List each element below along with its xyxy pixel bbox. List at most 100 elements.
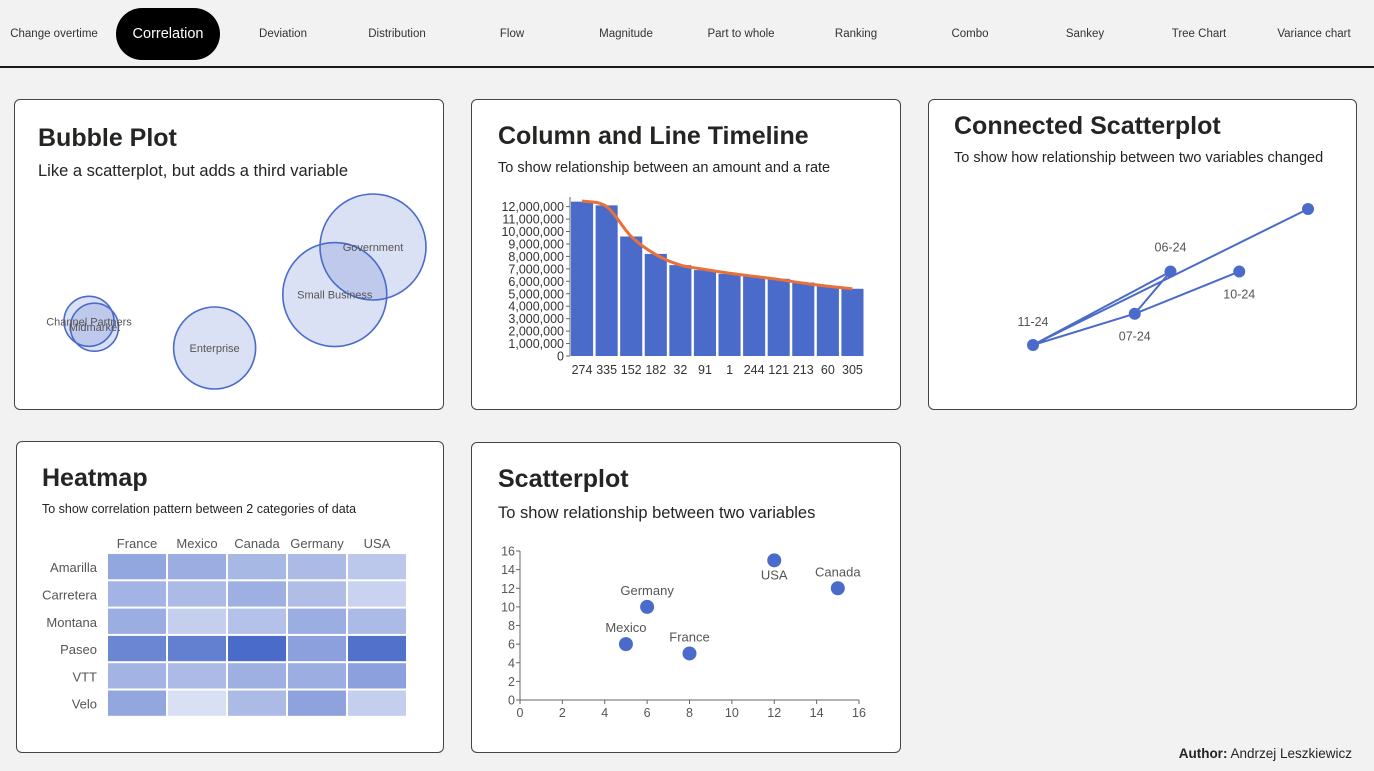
tab-part-to-whole[interactable]: Part to whole bbox=[689, 8, 793, 60]
top-nav: Change over time Correlation Deviation Distr… bbox=[0, 0, 1374, 68]
x-tick-label: 305 bbox=[842, 363, 863, 377]
bubble-plot-card: Bubble Plot Like a scatterplot, but adds… bbox=[14, 99, 444, 410]
x-tick-label: 32 bbox=[673, 363, 687, 377]
bubble-label: Small Business bbox=[297, 290, 373, 302]
scatter-point-label: Canada bbox=[815, 564, 861, 579]
tab-label-line: Ranking bbox=[834, 28, 878, 40]
tab-flow[interactable]: Flow bbox=[460, 8, 564, 60]
y-tick-label: 14 bbox=[501, 563, 515, 577]
heatmap-row-label: Paseo bbox=[60, 642, 97, 657]
bar bbox=[669, 265, 692, 356]
y-tick-label: 10 bbox=[501, 600, 515, 614]
heatmap-cell bbox=[348, 663, 406, 689]
tab-correlation[interactable]: Correlation bbox=[116, 8, 220, 60]
y-tick-label: 8 bbox=[508, 619, 515, 633]
heatmap-row-label: Velo bbox=[72, 697, 97, 712]
bar bbox=[743, 276, 766, 356]
x-tick-label: 0 bbox=[517, 706, 524, 720]
bar bbox=[792, 282, 815, 356]
connected-point bbox=[1128, 307, 1141, 320]
connected-point bbox=[1302, 203, 1314, 215]
bubble-label: Government bbox=[343, 242, 404, 254]
heatmap-row-label: Amarilla bbox=[50, 560, 98, 575]
x-tick-label: 2 bbox=[559, 706, 566, 720]
scatter-point bbox=[830, 581, 845, 596]
tab-variance-chart[interactable]: Variance chart bbox=[1262, 8, 1366, 60]
heatmap-cell bbox=[348, 581, 406, 607]
heatmap-cell bbox=[348, 635, 406, 662]
heatmap-column-label: USA bbox=[364, 536, 391, 551]
connected-point bbox=[1233, 265, 1246, 278]
heatmap-cell bbox=[228, 635, 286, 662]
heatmap-cell bbox=[168, 554, 226, 580]
heatmap-cell bbox=[228, 608, 286, 634]
tab-label-line: Correlation bbox=[132, 26, 204, 42]
tab-magnitude[interactable]: Magnitude bbox=[574, 8, 678, 60]
scatter-point bbox=[682, 646, 697, 661]
bar bbox=[718, 273, 741, 356]
connected-point-label: 11-24 bbox=[1017, 315, 1048, 329]
connected-scatter-chart: 11-24 06-24 07-24 10-24 bbox=[1017, 203, 1314, 351]
author-credit: Author: Andrzej Leszkiewicz bbox=[1179, 746, 1352, 761]
heatmap-cell bbox=[288, 608, 346, 634]
connected-point-label: 07-24 bbox=[1119, 330, 1151, 344]
tab-distribution[interactable]: Distribution bbox=[345, 8, 449, 60]
tab-sankey[interactable]: Sankey bbox=[1033, 8, 1137, 60]
heatmap-column-label: France bbox=[117, 536, 157, 551]
author-label: Author: bbox=[1178, 746, 1228, 761]
x-tick-label: 60 bbox=[821, 363, 835, 377]
x-tick-label: 152 bbox=[621, 363, 642, 377]
scatter-point bbox=[767, 553, 782, 568]
heatmap-cell bbox=[348, 608, 406, 634]
heatmap-cell bbox=[228, 554, 286, 580]
x-tick-label: 1 bbox=[726, 363, 733, 377]
heatmap-cell bbox=[288, 635, 346, 662]
heatmap-cell bbox=[168, 690, 226, 716]
connected-point-label: 10-24 bbox=[1223, 288, 1255, 302]
heatmap-cell bbox=[108, 554, 166, 580]
scatter-point bbox=[640, 599, 655, 614]
x-tick-label: 6 bbox=[644, 706, 651, 720]
bar bbox=[644, 253, 667, 356]
y-tick-label: 12 bbox=[501, 582, 515, 596]
tab-change-over-time[interactable]: Change over time bbox=[2, 8, 106, 60]
heatmap-cell bbox=[168, 635, 226, 662]
bubble-chart: Channel PartnersMidmarketEnterpriseSmall… bbox=[46, 193, 427, 390]
tab-deviation[interactable]: Deviation bbox=[231, 8, 335, 60]
bar bbox=[595, 205, 618, 356]
heatmap-cell bbox=[108, 608, 166, 634]
heatmap-cell bbox=[288, 663, 346, 689]
tab-label-line: Magnitude bbox=[599, 28, 653, 40]
bar bbox=[693, 270, 716, 356]
x-tick-label: 182 bbox=[645, 363, 666, 377]
heatmap-cell bbox=[108, 635, 166, 662]
heatmap-column-label: Mexico bbox=[176, 536, 217, 551]
y-tick-label: 6 bbox=[508, 638, 515, 652]
bar bbox=[767, 278, 790, 356]
tab-label-line: Tree Chart bbox=[1171, 28, 1227, 40]
y-tick-label: 0 bbox=[508, 694, 515, 708]
bar bbox=[620, 236, 643, 356]
y-tick-label: 1,000,000 bbox=[508, 337, 564, 351]
scatter-point-label: Mexico bbox=[605, 620, 646, 635]
tab-combo[interactable]: Combo bbox=[918, 8, 1022, 60]
x-tick-label: 121 bbox=[768, 363, 789, 377]
author-name: Andrzej Leszkiewicz bbox=[1230, 746, 1352, 761]
heatmap-cell bbox=[228, 690, 286, 716]
tab-label-line: Combo bbox=[951, 28, 989, 40]
heatmap-cell bbox=[168, 663, 226, 689]
tab-ranking[interactable]: Ranking bbox=[804, 8, 908, 60]
scatter-point-label: USA bbox=[761, 567, 788, 582]
heatmap-cell bbox=[288, 690, 346, 716]
heatmap-chart: France Mexico Canada Germany USA Amarilla Carr… bbox=[42, 536, 406, 716]
column-line-chart: 12,000,00011,000,00010,000,0009,000,0008… bbox=[501, 197, 864, 377]
tab-tree-chart[interactable]: Tree Chart bbox=[1147, 8, 1251, 60]
heatmap-cell bbox=[168, 608, 226, 634]
tab-label-line: Variance chart bbox=[1277, 28, 1351, 40]
heatmap-card: Heatmap To show correlation pattern betw… bbox=[16, 441, 444, 753]
column-line-card: Column and Line Timeline To show relatio… bbox=[471, 99, 901, 410]
tab-label-line: Deviation bbox=[259, 28, 307, 40]
connected-point bbox=[1164, 265, 1177, 278]
bar bbox=[816, 286, 839, 356]
heatmap-cell bbox=[108, 690, 166, 716]
